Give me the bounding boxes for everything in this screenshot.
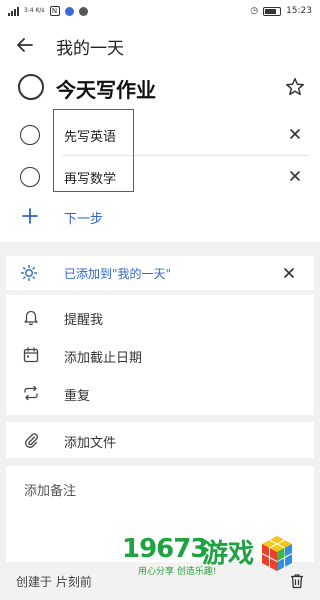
task-complete-checkbox[interactable] (18, 74, 44, 100)
close-icon[interactable] (288, 127, 302, 141)
add-due-date-option[interactable]: 添加截止日期 (6, 337, 314, 373)
app-notification-icon (64, 6, 74, 16)
repeat-icon (24, 385, 38, 401)
next-step-label: 下一步 (64, 212, 104, 227)
trash-icon[interactable] (288, 572, 306, 590)
bell-icon (24, 310, 38, 326)
network-speed: 3.4 K/s (24, 7, 45, 14)
task-title[interactable]: 今天写作业 (56, 74, 156, 103)
qq-icon (78, 6, 88, 16)
calendar-icon (23, 347, 39, 363)
sun-icon (20, 264, 38, 282)
options-card: 提醒我 添加截止日期 重复 (6, 295, 314, 415)
close-icon[interactable] (282, 266, 296, 280)
note-placeholder: 添加备注 (24, 484, 77, 499)
signal-icon (8, 6, 19, 16)
close-icon[interactable] (288, 169, 302, 183)
paperclip-icon (25, 433, 38, 448)
note-field[interactable]: 添加备注 (6, 466, 314, 562)
battery-icon (263, 6, 282, 16)
back-arrow-icon[interactable] (14, 34, 36, 56)
repeat-option[interactable]: 重复 (6, 375, 314, 411)
star-icon[interactable] (284, 76, 306, 98)
due-date-label: 添加截止日期 (64, 351, 143, 366)
app-header: 我的一天 (0, 22, 320, 66)
step-label[interactable]: 先写英语 (64, 126, 116, 145)
remind-me-label: 提醒我 (64, 313, 104, 328)
my-day-label: 已添加到"我的一天" (64, 267, 172, 281)
nfc-icon: N (49, 6, 60, 16)
task-detail-card: 我的一天 今天写作业 先写英语 再写数学 下一步 (0, 22, 320, 242)
plus-icon (22, 208, 38, 224)
step-checkbox[interactable] (20, 167, 40, 187)
step-item: 再写数学 (0, 156, 320, 198)
step-item: 先写英语 (0, 114, 320, 156)
add-next-step-button[interactable]: 下一步 (0, 196, 320, 236)
step-label[interactable]: 再写数学 (64, 168, 116, 187)
step-checkbox[interactable] (20, 125, 40, 145)
alarm-icon: ◷ (250, 6, 259, 16)
footer: 创建于 片刻前 (0, 562, 320, 600)
repeat-label: 重复 (64, 389, 91, 404)
created-time: 创建于 片刻前 (16, 575, 92, 589)
add-file-label: 添加文件 (64, 436, 117, 451)
status-bar: 3.4 K/s N ◷ 15:23 (0, 0, 320, 22)
remind-me-option[interactable]: 提醒我 (6, 299, 314, 335)
add-file-option[interactable]: 添加文件 (6, 422, 314, 458)
my-day-card[interactable]: 已添加到"我的一天" (6, 256, 314, 290)
task-row: 今天写作业 (0, 66, 320, 110)
page-title: 我的一天 (56, 39, 124, 59)
clock: 15:23 (286, 6, 312, 16)
